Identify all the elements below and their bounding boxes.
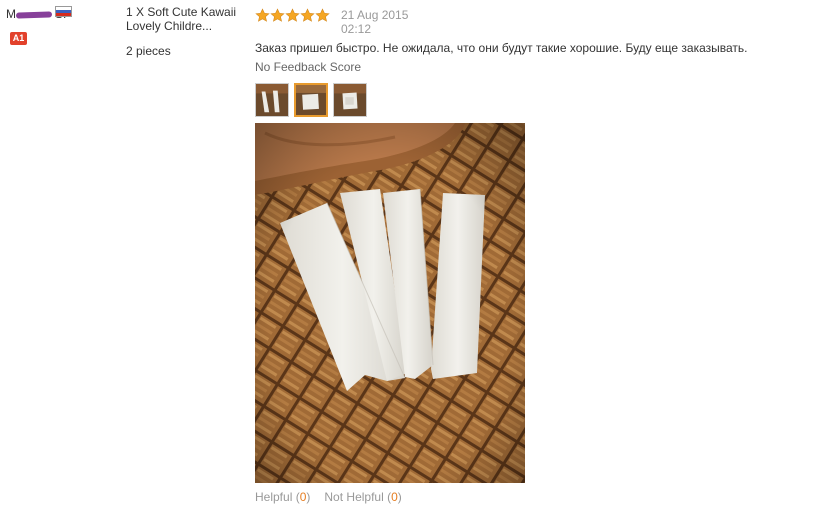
helpful-link[interactable]: Helpful (0)	[255, 490, 310, 504]
feedback-date-day: 21 Aug 2015	[341, 8, 409, 22]
star-rating	[255, 8, 330, 23]
star-icon	[285, 8, 300, 22]
photo-thumbnail-active[interactable]	[294, 83, 328, 117]
review-photo[interactable]	[255, 123, 525, 483]
buyer-name-prefix: M	[6, 7, 16, 21]
photo-thumbnail[interactable]	[255, 83, 289, 117]
product-quantity: 2 pieces	[126, 44, 171, 58]
star-icon	[300, 8, 315, 22]
feedback-date-time: 02:12	[341, 22, 372, 36]
not-helpful-count: 0	[391, 490, 398, 504]
feedback-comment: Заказ пришел быстро. Не ожидала, что они…	[255, 41, 748, 55]
feedback-date: 21 Aug 2015 02:12	[341, 8, 408, 36]
helpful-bar: Helpful (0) Not Helpful (0)	[255, 490, 402, 504]
star-icon	[270, 8, 285, 22]
feedback-score-text: No Feedback Score	[255, 60, 362, 74]
redaction-scribble	[16, 9, 54, 21]
russia-flag-icon	[55, 6, 72, 17]
photo-thumbnail[interactable]	[333, 83, 367, 117]
product-title-link[interactable]: 1 X Soft Cute Kawaii Lovely Childre...	[126, 5, 241, 33]
helpful-count: 0	[299, 490, 307, 504]
star-icon	[315, 8, 330, 22]
buyer-level-badge: A1	[10, 32, 27, 45]
not-helpful-link[interactable]: Not Helpful (0)	[324, 490, 401, 504]
photo-thumbnails	[255, 83, 367, 117]
star-icon	[255, 8, 270, 22]
